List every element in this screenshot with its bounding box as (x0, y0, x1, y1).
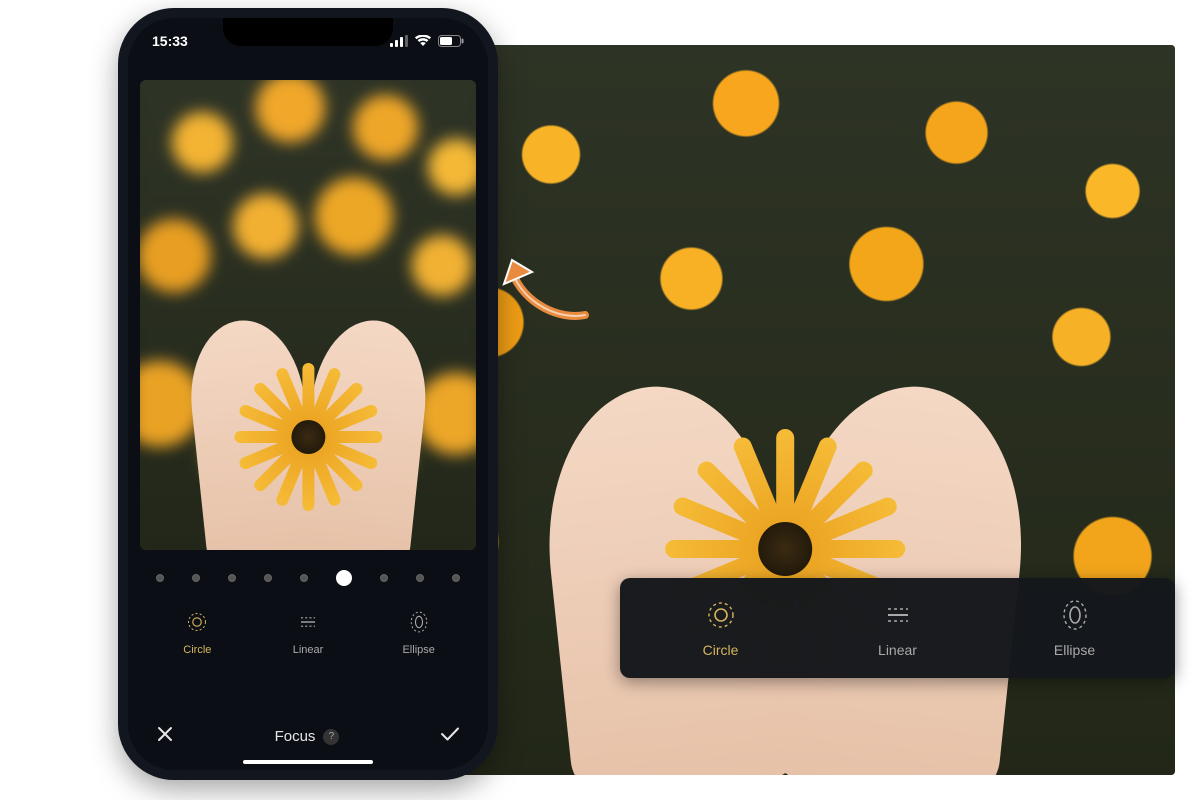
focus-type-callout: Circle Linear Ellipse (620, 578, 1175, 678)
focus-type-ellipse[interactable]: Ellipse (986, 598, 1163, 658)
focus-type-circle[interactable]: Circle (142, 608, 253, 656)
focus-type-linear[interactable]: Linear (809, 598, 986, 658)
focus-type-label: Ellipse (1054, 642, 1095, 658)
checkmark-icon (440, 726, 460, 742)
cancel-button[interactable] (156, 725, 174, 748)
slider-step[interactable] (192, 574, 200, 582)
cellular-icon (390, 35, 408, 47)
battery-icon (438, 35, 464, 47)
tool-title: Focus (275, 728, 316, 745)
edited-photo-preview[interactable] (140, 80, 476, 550)
hands (190, 277, 425, 550)
slider-step[interactable] (336, 570, 352, 586)
focus-type-label: Circle (183, 644, 211, 656)
focus-strength-slider[interactable] (128, 570, 488, 586)
slider-step[interactable] (416, 574, 424, 582)
ellipse-focus-icon (405, 608, 433, 636)
apply-button[interactable] (440, 726, 460, 747)
focus-type-row: Circle Linear Ellipse (128, 608, 488, 656)
focus-type-circle[interactable]: Circle (632, 598, 809, 658)
editor-bottom-bar: Focus ? (128, 725, 488, 748)
home-indicator[interactable] (243, 760, 373, 764)
focus-type-label: Linear (293, 644, 324, 656)
slider-step[interactable] (300, 574, 308, 582)
focus-type-linear[interactable]: Linear (253, 608, 364, 656)
focus-type-label: Circle (703, 642, 739, 658)
help-button[interactable]: ? (323, 729, 339, 745)
slider-step[interactable] (228, 574, 236, 582)
subject-flower (233, 362, 383, 512)
slider-step[interactable] (156, 574, 164, 582)
wifi-icon (414, 35, 432, 47)
focus-type-label: Ellipse (402, 644, 434, 656)
slider-step[interactable] (380, 574, 388, 582)
close-icon (156, 725, 174, 743)
slider-step[interactable] (452, 574, 460, 582)
slider-step[interactable] (264, 574, 272, 582)
focus-type-ellipse[interactable]: Ellipse (363, 608, 474, 656)
ellipse-focus-icon (1058, 598, 1092, 632)
linear-focus-icon (294, 608, 322, 636)
linear-focus-icon (881, 598, 915, 632)
circle-focus-icon (704, 598, 738, 632)
circle-focus-icon (183, 608, 211, 636)
hands (543, 315, 1027, 775)
phone-notch (223, 18, 393, 46)
focus-type-label: Linear (878, 642, 917, 658)
phone-mockup: 15:33 (118, 8, 498, 780)
status-time: 15:33 (152, 33, 188, 49)
